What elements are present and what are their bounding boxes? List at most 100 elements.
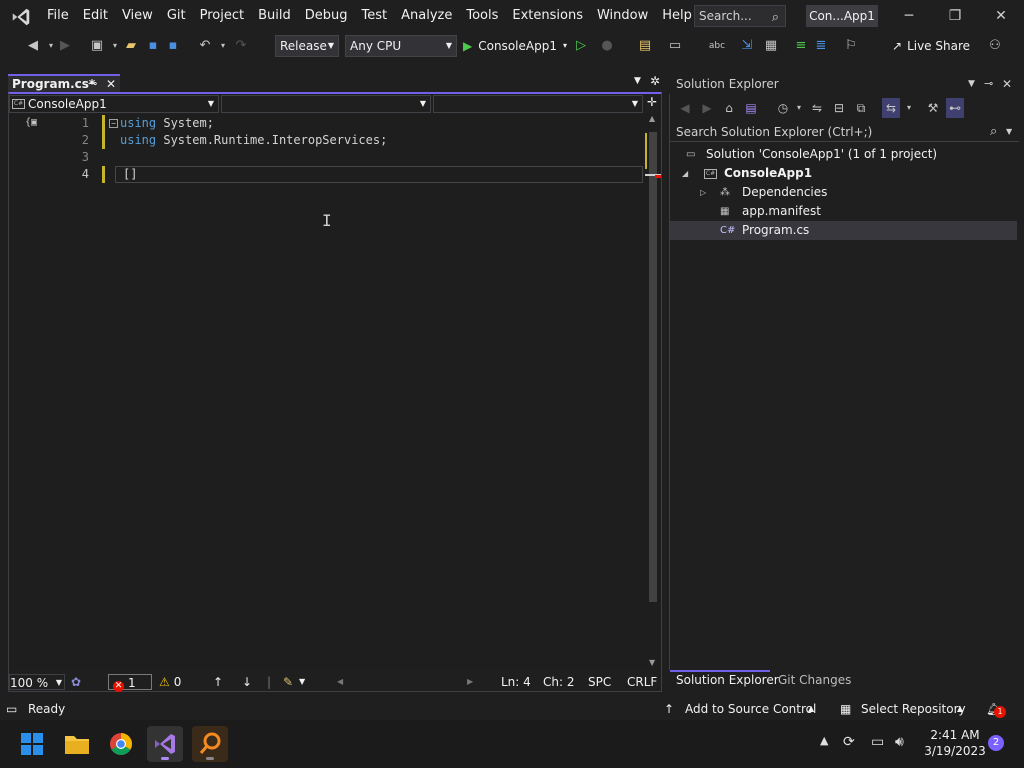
scrollbar-thumb[interactable] bbox=[649, 132, 657, 602]
sync-icon[interactable]: ⇋ bbox=[808, 98, 826, 118]
code-cleanup-icon[interactable]: ✎ bbox=[283, 674, 293, 690]
open-file-icon[interactable]: ▰ bbox=[122, 36, 140, 56]
sync-status-icon[interactable]: ⟳ bbox=[843, 734, 855, 750]
maximize-icon[interactable]: ❐ bbox=[932, 0, 978, 32]
notification-center-badge[interactable]: 2 bbox=[988, 735, 1004, 751]
forward-icon[interactable]: ▶ bbox=[698, 98, 716, 118]
live-share-button[interactable]: ↗ Live Share bbox=[892, 36, 970, 56]
scroll-right-icon[interactable]: ▶ bbox=[467, 674, 473, 690]
home-icon[interactable]: ⌂ bbox=[720, 98, 738, 118]
tab-git-changes[interactable]: Git Changes bbox=[778, 672, 851, 688]
switch-views-icon[interactable]: ▤ bbox=[742, 98, 760, 118]
menu-debug[interactable]: Debug bbox=[298, 0, 355, 32]
copy-icon[interactable]: ⧉ bbox=[852, 98, 870, 118]
menu-edit[interactable]: Edit bbox=[76, 0, 115, 32]
undo-dropdown-icon[interactable]: ▾ bbox=[214, 36, 232, 56]
new-project-icon[interactable]: ▣ bbox=[88, 36, 106, 56]
code-editor[interactable]: {▣ 1 2 3 4 − using System; using System.… bbox=[9, 114, 645, 670]
format-icon[interactable]: ▭ bbox=[666, 36, 684, 56]
project-title-badge[interactable]: Con...App1 bbox=[806, 5, 878, 27]
pin-icon[interactable]: ⊸ bbox=[88, 76, 97, 92]
system-clock[interactable]: 2:41 AM 3/19/2023 bbox=[920, 727, 990, 759]
preview-icon[interactable]: ⊷ bbox=[946, 98, 964, 118]
comment-icon[interactable]: ≡ bbox=[792, 36, 810, 56]
char-indicator[interactable]: Ch: 2 bbox=[543, 674, 574, 690]
menu-git[interactable]: Git bbox=[160, 0, 193, 32]
global-search-input[interactable]: Search... ⌕ bbox=[694, 5, 786, 27]
panel-menu-icon[interactable]: ▼ bbox=[968, 74, 975, 94]
tab-overflow-icon[interactable]: ▼ bbox=[634, 76, 641, 86]
collapse-icon[interactable]: − bbox=[109, 119, 118, 128]
health-icon[interactable]: ✿ bbox=[71, 674, 81, 690]
chevron-down-icon[interactable]: ▼ bbox=[299, 674, 305, 690]
type-nav-select[interactable]: ▼ bbox=[221, 95, 431, 113]
project-nav-select[interactable]: C# ConsoleApp1 ▼ bbox=[9, 95, 219, 113]
tab-solution-explorer[interactable]: Solution Explorer bbox=[676, 672, 779, 688]
tree-item-program-cs[interactable]: C# Program.cs bbox=[670, 221, 1017, 240]
tree-item-dependencies[interactable]: ▷ ⁂ Dependencies bbox=[670, 183, 1017, 202]
expanded-chevron-icon[interactable]: ◢ bbox=[682, 164, 688, 183]
member-nav-select[interactable]: ▼ bbox=[433, 95, 643, 113]
bookmark-icon[interactable]: ⚐ bbox=[842, 36, 860, 56]
platform-select[interactable]: Any CPU ▼ bbox=[345, 35, 457, 57]
windows-start-icon[interactable] bbox=[14, 726, 50, 762]
next-issue-icon[interactable]: ↓ bbox=[242, 674, 252, 690]
scroll-up-icon[interactable]: ▲ bbox=[649, 114, 655, 123]
properties-wrench-icon[interactable]: ⚒ bbox=[924, 98, 942, 118]
minimize-icon[interactable]: ─ bbox=[886, 0, 932, 32]
magnifier-app-icon[interactable] bbox=[192, 726, 228, 762]
chrome-icon[interactable] bbox=[103, 726, 139, 762]
start-debugging-button[interactable]: ▶ ConsoleApp1 ▾ bbox=[463, 36, 567, 56]
menu-test[interactable]: Test bbox=[355, 0, 395, 32]
menu-analyze[interactable]: Analyze bbox=[394, 0, 459, 32]
menu-view[interactable]: View bbox=[115, 0, 160, 32]
chevron-up-icon[interactable]: ▲ bbox=[957, 701, 963, 717]
line-indicator[interactable]: Ln: 4 bbox=[501, 674, 531, 690]
close-window-icon[interactable]: ✕ bbox=[978, 0, 1024, 32]
menu-tools[interactable]: Tools bbox=[459, 0, 505, 32]
menu-project[interactable]: Project bbox=[193, 0, 251, 32]
previous-issue-icon[interactable]: ↑ bbox=[213, 674, 223, 690]
solution-explorer-search-input[interactable]: Search Solution Explorer (Ctrl+;) ⌕ ▼ bbox=[670, 122, 1019, 142]
scroll-down-icon[interactable]: ▼ bbox=[649, 658, 655, 667]
close-panel-icon[interactable]: ✕ bbox=[1002, 74, 1012, 94]
tree-item-app-manifest[interactable]: ▦ app.manifest bbox=[670, 202, 1017, 221]
undo-icon[interactable]: ↶ bbox=[196, 36, 214, 56]
scroll-left-icon[interactable]: ◀ bbox=[337, 674, 343, 690]
visual-studio-logo-icon[interactable] bbox=[10, 6, 32, 28]
select-repository-button[interactable]: Select Repository bbox=[861, 701, 966, 717]
pin-icon[interactable]: ⊸ bbox=[984, 74, 993, 94]
start-without-debugging-icon[interactable]: ▷ bbox=[572, 36, 590, 56]
menu-file[interactable]: File bbox=[40, 0, 76, 32]
close-tab-icon[interactable]: ✕ bbox=[106, 76, 116, 92]
tree-item-project[interactable]: ◢ C# ConsoleApp1 bbox=[670, 164, 1017, 183]
redo-icon[interactable]: ↷ bbox=[232, 36, 250, 56]
back-icon[interactable]: ◀ bbox=[676, 98, 694, 118]
tree-item-solution[interactable]: ▭ Solution 'ConsoleApp1' (1 of 1 project… bbox=[670, 145, 1017, 164]
chevron-down-icon[interactable]: ▼ bbox=[1006, 122, 1012, 142]
error-count-button[interactable]: ✕ 1 bbox=[108, 674, 152, 692]
show-hidden-icons-chevron-icon[interactable]: ▲ bbox=[820, 734, 828, 747]
menu-help[interactable]: Help bbox=[655, 0, 699, 32]
collapse-all-icon[interactable]: ⊟ bbox=[830, 98, 848, 118]
attach-icon[interactable]: ● bbox=[598, 36, 616, 56]
step-into-icon[interactable]: ⇲ bbox=[738, 36, 756, 56]
save-icon[interactable]: ▪ bbox=[144, 36, 162, 56]
chevron-down-icon[interactable]: ▾ bbox=[900, 98, 918, 118]
zoom-select[interactable]: 100 % ▼ bbox=[9, 674, 65, 690]
menu-extensions[interactable]: Extensions bbox=[505, 0, 590, 32]
split-editor-icon[interactable]: ✛ bbox=[647, 95, 657, 109]
spacing-indicator[interactable]: SPC bbox=[588, 674, 611, 690]
configuration-select[interactable]: Release ▼ bbox=[275, 35, 339, 57]
chevron-up-icon[interactable]: ▲ bbox=[808, 701, 814, 717]
browse-folder-icon[interactable]: ▤ bbox=[636, 36, 654, 56]
account-icon[interactable]: ⚇ bbox=[986, 36, 1004, 56]
tab-program-cs[interactable]: Program.cs* ⊸ ✕ bbox=[8, 74, 120, 92]
navigate-back-icon[interactable]: ◀ bbox=[24, 36, 42, 56]
warning-count-button[interactable]: ⚠ 0 bbox=[159, 674, 181, 690]
file-explorer-icon[interactable] bbox=[59, 726, 95, 762]
menu-build[interactable]: Build bbox=[251, 0, 298, 32]
line-ending-indicator[interactable]: CRLF bbox=[627, 674, 657, 690]
output-icon[interactable]: ▭ bbox=[6, 701, 17, 717]
save-all-icon[interactable]: ▪ bbox=[164, 36, 182, 56]
